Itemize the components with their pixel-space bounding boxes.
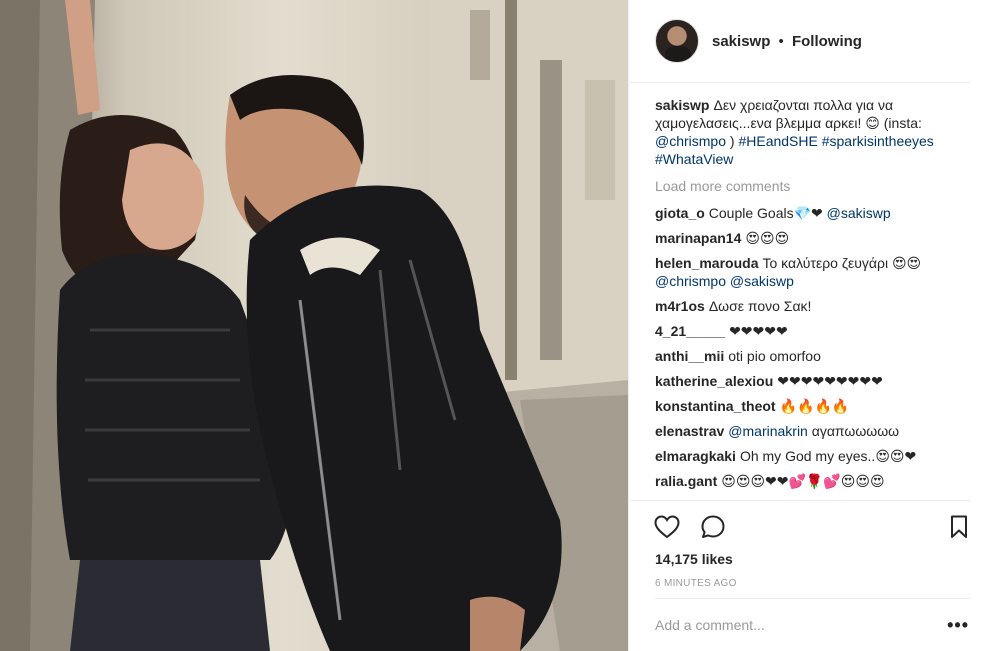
comment-username[interactable]: giota_o [655, 205, 705, 221]
comment-text: Το καλύτερο ζευγάρι 😍😍 [762, 255, 922, 271]
comment-item: 4_21_____ ❤❤❤❤❤ [655, 322, 975, 340]
author-avatar[interactable] [655, 19, 699, 63]
comment-item: katherine_alexiou ❤❤❤❤❤❤❤❤❤ [655, 372, 975, 390]
comment-text: 😍😍😍 [745, 230, 790, 246]
comment-username[interactable]: 4_21_____ [655, 323, 725, 339]
post-side-panel: sakiswp • Following sakiswp Δεν χρειαζοντ… [628, 0, 983, 651]
comment-username[interactable]: anthi__mii [655, 348, 724, 364]
add-comment-input[interactable] [655, 616, 935, 633]
more-options-icon[interactable]: ••• [947, 616, 969, 634]
post-timestamp[interactable]: 6 MINUTES AGO [655, 578, 737, 589]
comment-item: konstantina_theot 🔥🔥🔥🔥 [655, 397, 975, 415]
like-button[interactable] [653, 513, 681, 541]
likes-count[interactable]: 14,175 likes [655, 551, 733, 567]
comment-mention[interactable]: @marinakrin [728, 423, 808, 439]
caption-mention[interactable]: @chrismpo [655, 133, 726, 149]
post-photo[interactable] [0, 0, 628, 651]
caption-text-2: ) [726, 133, 735, 149]
comment-mention[interactable]: @chrismpo @sakiswp [655, 273, 794, 289]
couple-photo-illustration [0, 0, 628, 651]
caption-username[interactable]: sakiswp [655, 97, 709, 113]
comment-username[interactable]: katherine_alexiou [655, 373, 773, 389]
comment-item: elmaragkaki Oh my God my eyes..😍😍❤ [655, 447, 975, 465]
following-button[interactable]: Following [792, 33, 862, 50]
comment-button[interactable] [699, 513, 727, 541]
save-button[interactable] [945, 513, 973, 541]
comment-item: marinapan14 😍😍😍 [655, 229, 975, 247]
comment-item: helen_marouda Το καλύτερο ζευγάρι 😍😍 @chr… [655, 254, 975, 290]
heart-icon [654, 515, 680, 539]
comment-item: anthi__mii oti pio omorfoo [655, 347, 975, 365]
speech-bubble-icon [701, 515, 725, 538]
load-more-comments-link[interactable]: Load more comments [655, 177, 975, 195]
comment-username[interactable]: marinapan14 [655, 230, 741, 246]
add-comment-bar: ••• [655, 598, 971, 650]
comment-text: ❤❤❤❤❤❤❤❤❤ [777, 373, 883, 389]
comment-username[interactable]: konstantina_theot [655, 398, 776, 414]
comment-username[interactable]: elmaragkaki [655, 448, 736, 464]
header-separator: • [778, 32, 784, 50]
comment-item: elenastrav @marinakrin αγαπωωωωω [655, 422, 975, 440]
post-header: sakiswp • Following [629, 0, 971, 83]
comment-text: ❤❤❤❤❤ [729, 323, 788, 339]
comment-mention[interactable]: @sakiswp [827, 205, 891, 221]
comment-username[interactable]: elenastrav [655, 423, 724, 439]
comment-item: ralia.gant 😍😍😍❤❤💕🌹💕😍😍😍 [655, 472, 975, 490]
author-username[interactable]: sakiswp [712, 33, 770, 50]
comment-text: Δωσε πονο Σακ! [708, 298, 812, 314]
comment-text: oti pio omorfoo [728, 348, 821, 364]
comment-text: 😍😍😍❤❤💕🌹💕😍😍😍 [721, 473, 885, 489]
comment-username[interactable]: m4r1os [655, 298, 705, 314]
post-caption: sakiswp Δεν χρειαζονται πολλα για να χαμο… [655, 96, 975, 168]
post-actions: 14,175 likes 6 MINUTES AGO ••• [629, 500, 971, 650]
comment-text: Couple Goals💎❤ [708, 205, 827, 221]
comment-text: Oh my God my eyes..😍😍❤ [739, 448, 917, 464]
comments-list[interactable]: sakiswp Δεν χρειαζονται πολλα για να χαμο… [655, 96, 975, 500]
comment-item: giota_o Couple Goals💎❤ @sakiswp [655, 204, 975, 222]
comment-username[interactable]: helen_marouda [655, 255, 758, 271]
header-text: sakiswp • Following [712, 33, 862, 50]
bookmark-icon [951, 515, 967, 538]
comment-username[interactable]: ralia.gant [655, 473, 717, 489]
comment-text: αγαπωωωωω [807, 423, 900, 439]
comment-text: 🔥🔥🔥🔥 [779, 398, 850, 414]
comment-item: m4r1os Δωσε πονο Σακ! [655, 297, 975, 315]
